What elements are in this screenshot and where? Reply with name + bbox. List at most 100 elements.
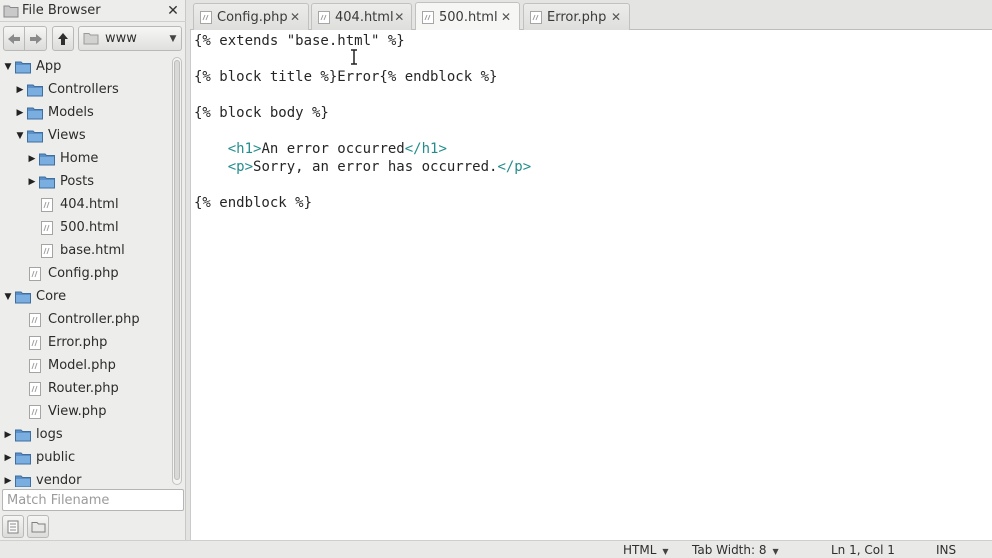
chevron-down-icon[interactable]: ▼ [3, 62, 13, 72]
tree-folder[interactable]: ▶ vendor [0, 469, 170, 487]
folder-icon [27, 130, 43, 142]
history-buttons [3, 26, 47, 51]
tree-folder[interactable]: ▼ Views [0, 124, 170, 147]
tree-label: public [36, 450, 76, 465]
code-line: {% block title %}Error{% endblock %} [194, 68, 497, 86]
tree-folder[interactable]: ▶ Posts [0, 170, 170, 193]
tab-404-html[interactable]: 404.html ✕ [311, 3, 412, 30]
arrow-left-icon [8, 33, 20, 44]
chevron-right-icon[interactable]: ▶ [3, 476, 13, 486]
tree-file[interactable]: View.php [0, 400, 170, 423]
tab-label: Error.php [547, 9, 607, 25]
code-tag: <p> [227, 159, 254, 175]
folder-icon [3, 5, 19, 17]
language-label: HTML [623, 543, 657, 557]
tree-file[interactable]: Error.php [0, 331, 170, 354]
code-line: {% block body %} [194, 104, 329, 122]
tree-file[interactable]: Config.php [0, 262, 170, 285]
tab-500-html[interactable]: 500.html ✕ [415, 2, 520, 31]
tab-width-selector[interactable]: Tab Width: 8 ▼ [692, 542, 779, 558]
tree-file[interactable]: Controller.php [0, 308, 170, 331]
tree-label: Router.php [48, 381, 119, 396]
tree-label: 404.html [60, 197, 119, 212]
tree-scrollbar[interactable] [172, 57, 182, 485]
chevron-right-icon[interactable]: ▶ [3, 430, 13, 440]
file-icon [29, 381, 41, 396]
folder-icon [83, 33, 99, 45]
close-icon[interactable]: ✕ [499, 10, 513, 24]
file-icon [41, 243, 53, 258]
file-browser-title: File Browser [22, 3, 101, 18]
chevron-right-icon[interactable]: ▶ [3, 453, 13, 463]
code-text: An error occurred [261, 141, 405, 157]
tree-label: View.php [48, 404, 107, 419]
back-button[interactable] [3, 26, 25, 51]
tree-file[interactable]: 404.html [0, 193, 170, 216]
tree-file[interactable]: Model.php [0, 354, 170, 377]
tree-file[interactable]: Router.php [0, 377, 170, 400]
folder-icon [15, 61, 31, 73]
close-icon[interactable]: ✕ [609, 10, 623, 24]
ibeam-cursor-icon [351, 49, 357, 65]
chevron-down-icon[interactable]: ▼ [3, 292, 13, 302]
tree-folder[interactable]: ▶ public [0, 446, 170, 469]
file-icon [29, 266, 41, 281]
chevron-right-icon[interactable]: ▶ [15, 85, 25, 95]
code-text: {% block title %}Error{% endblock %} [194, 69, 498, 85]
code-tag: </p> [497, 159, 532, 175]
folder-icon [15, 429, 31, 441]
file-icon [200, 10, 212, 24]
tree-folder[interactable]: ▶ Models [0, 101, 170, 124]
folder-icon [15, 475, 31, 487]
scrollbar-thumb[interactable] [174, 60, 180, 480]
code-text: {% block body %} [194, 105, 329, 121]
close-icon[interactable]: ✕ [394, 10, 405, 24]
chevron-down-icon[interactable]: ▼ [15, 131, 25, 141]
chevron-right-icon[interactable]: ▶ [15, 108, 25, 118]
close-icon[interactable]: ✕ [288, 10, 302, 24]
file-icon [29, 312, 41, 327]
document-list-icon [7, 520, 19, 533]
folder-icon [39, 153, 55, 165]
tab-config-php[interactable]: Config.php ✕ [193, 3, 309, 30]
forward-button[interactable] [25, 26, 47, 51]
location-combo[interactable]: www ▼ [78, 26, 182, 51]
folder-icon [27, 84, 43, 96]
tab-width-label: Tab Width: 8 [692, 543, 767, 557]
tree-folder[interactable]: ▶ logs [0, 423, 170, 446]
up-button[interactable] [52, 26, 74, 51]
tree-label: Config.php [48, 266, 119, 281]
tree-file[interactable]: 500.html [0, 216, 170, 239]
language-selector[interactable]: HTML ▼ [623, 542, 669, 558]
chevron-right-icon[interactable]: ▶ [27, 154, 37, 164]
filename-filter-input[interactable] [2, 489, 184, 511]
code-editor[interactable]: {% extends "base.html" %} {% block title … [190, 30, 992, 540]
tab-error-php[interactable]: Error.php ✕ [523, 3, 630, 30]
tree-label: Posts [60, 174, 94, 189]
panel-switcher [2, 515, 49, 539]
chevron-right-icon[interactable]: ▶ [27, 177, 37, 187]
document-tabs: Config.php ✕ 404.html ✕ 500.html ✕ Error… [190, 0, 992, 31]
tree-label: Controller.php [48, 312, 140, 327]
code-text: {% extends "base.html" %} [194, 33, 405, 49]
tree-folder[interactable]: ▼ Core [0, 285, 170, 308]
tree-folder[interactable]: ▶ Home [0, 147, 170, 170]
tree-folder[interactable]: ▼ App [0, 55, 170, 78]
file-browser-panel-button[interactable] [27, 515, 49, 538]
documents-panel-button[interactable] [2, 515, 24, 538]
tab-label: 500.html [439, 9, 498, 25]
chevron-down-icon: ▼ [169, 33, 177, 44]
tree-label: Views [48, 128, 86, 143]
location-label: www [105, 31, 137, 46]
file-browser-toolbar: www ▼ [0, 24, 186, 53]
tree-label: App [36, 59, 62, 74]
close-icon[interactable]: ✕ [165, 3, 181, 19]
tree-label: Controllers [48, 82, 119, 97]
status-bar: HTML ▼ Tab Width: 8 ▼ Ln 1, Col 1 INS [0, 540, 992, 558]
tree-folder[interactable]: ▶ Controllers [0, 78, 170, 101]
file-icon [41, 220, 53, 235]
tab-label: Config.php [217, 9, 288, 25]
tree-file[interactable]: base.html [0, 239, 170, 262]
file-icon [530, 10, 542, 24]
